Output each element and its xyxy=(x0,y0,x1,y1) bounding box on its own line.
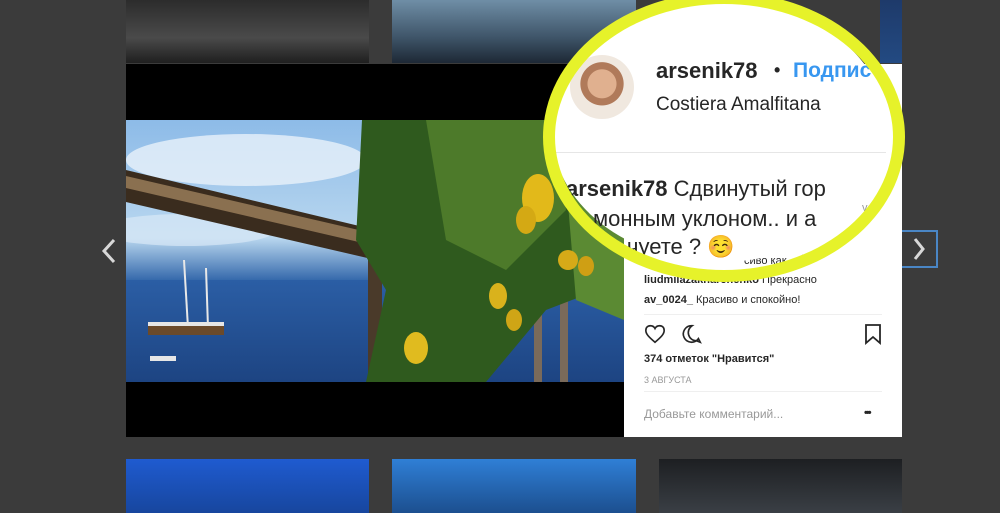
comment-username[interactable]: av_0024_ xyxy=(644,294,693,306)
divider xyxy=(644,314,882,315)
next-post-button[interactable] xyxy=(900,230,938,268)
post-date[interactable]: 3 АВГУСТА xyxy=(644,375,692,385)
divider xyxy=(644,391,882,392)
grid-thumbnail[interactable] xyxy=(880,0,902,63)
speech-bubble-icon[interactable] xyxy=(681,323,703,345)
grid-thumbnail[interactable] xyxy=(126,0,369,63)
more-options-button[interactable]: ••• xyxy=(864,407,871,419)
comment-input[interactable]: Добавьте комментарий... xyxy=(644,407,783,421)
grid-thumbnail[interactable] xyxy=(392,459,636,513)
comment-row: av_0024_ Красиво и спокойно! xyxy=(644,294,800,306)
grid-thumbnail[interactable] xyxy=(126,459,369,513)
heart-icon[interactable] xyxy=(644,323,666,345)
likes-count[interactable]: 374 отметок "Нравится" xyxy=(644,353,774,365)
bookmark-icon[interactable] xyxy=(864,323,882,345)
grid-thumbnail[interactable] xyxy=(659,459,902,513)
chevron-right-icon xyxy=(913,238,925,260)
chevron-left-icon xyxy=(101,238,116,264)
previous-post-button[interactable] xyxy=(100,236,118,272)
highlight-circle xyxy=(543,0,905,282)
comment-text: Красиво и спокойно! xyxy=(696,294,801,306)
